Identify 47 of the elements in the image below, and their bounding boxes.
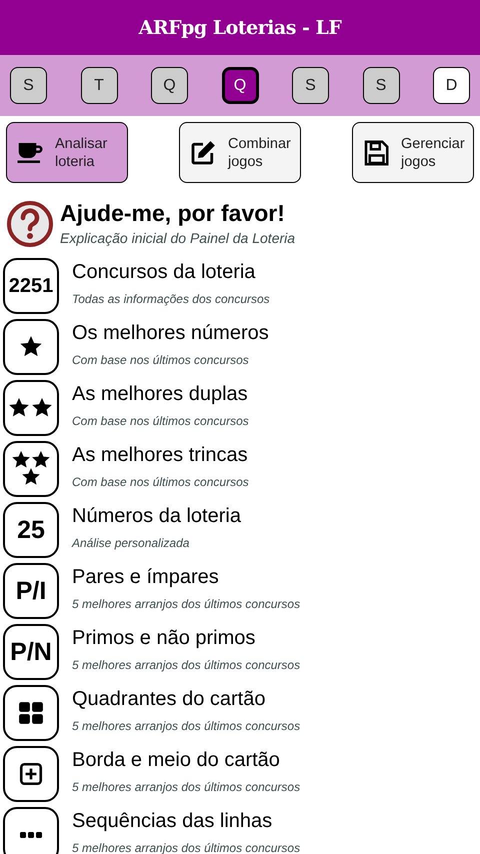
menu-subtitle: Com base nos últimos concursos (72, 353, 250, 367)
menu-title: Borda e meio do cartão (72, 748, 281, 773)
menu-subtitle: Explicação inicial do Painel da Loteria (60, 230, 296, 246)
menu-title: As melhores duplas (72, 382, 249, 407)
day-button[interactable]: D (433, 67, 470, 104)
menu-title: Pares e ímpares (72, 565, 220, 590)
menu-badge[interactable]: P/N (3, 624, 59, 680)
day-button[interactable]: S (292, 67, 329, 104)
help-icon[interactable] (6, 200, 54, 248)
menu-subtitle: 5 melhores arranjos dos últimos concursos (72, 719, 300, 733)
menu-subtitle: Todas as informações dos concursos (72, 292, 270, 306)
menu-title: As melhores trincas (72, 443, 249, 468)
menu-subtitle: 5 melhores arranjos dos últimos concursos (72, 597, 300, 611)
action-button[interactable]: Gerenciar jogos (352, 122, 474, 183)
menu-badge[interactable] (3, 319, 59, 375)
grid-icon (18, 700, 44, 726)
menu-badge[interactable] (3, 441, 59, 497)
menu-badge[interactable]: 2251 (3, 258, 59, 314)
menu-subtitle: 5 melhores arranjos dos últimos concursos (72, 658, 300, 672)
menu-badge[interactable] (3, 685, 59, 741)
menu-title: Os melhores números (72, 321, 269, 346)
menu-title: Concursos da loteria (72, 260, 256, 285)
menu-subtitle: Análise personalizada (72, 536, 190, 550)
menu-title: Ajude-me, por favor! (60, 199, 286, 228)
app-title: ARFpg Loterias - LF (138, 16, 342, 38)
menu-title: Números da loteria (72, 504, 241, 529)
menu-badge[interactable]: 25 (3, 502, 59, 558)
menu-badge[interactable]: P/I (3, 563, 59, 619)
menu-title: Primos e não primos (72, 626, 256, 651)
menu-badge[interactable] (3, 807, 59, 854)
menu-subtitle: 5 melhores arranjos dos últimos concursos (72, 780, 300, 794)
plus-square-icon (18, 761, 44, 787)
day-button[interactable]: S (362, 67, 400, 104)
day-button[interactable]: Q (151, 67, 188, 104)
more-icon (20, 832, 42, 838)
menu-badge[interactable] (3, 380, 59, 436)
menu-subtitle: Com base nos últimos concursos (72, 414, 249, 428)
day-button[interactable]: T (80, 67, 118, 104)
menu-title: Sequências das linhas (72, 809, 274, 834)
menu-badge[interactable] (3, 746, 59, 802)
menu-subtitle: Com base nos últimos concursos (72, 475, 249, 489)
action-button[interactable]: Analisar loteria (6, 122, 128, 183)
day-button[interactable]: S (10, 67, 47, 104)
menu-title: Quadrantes do cartão (72, 687, 266, 712)
day-button[interactable]: Q (222, 67, 258, 104)
action-button[interactable]: Combinar jogos (179, 122, 301, 183)
three-stars-icon (11, 451, 51, 487)
